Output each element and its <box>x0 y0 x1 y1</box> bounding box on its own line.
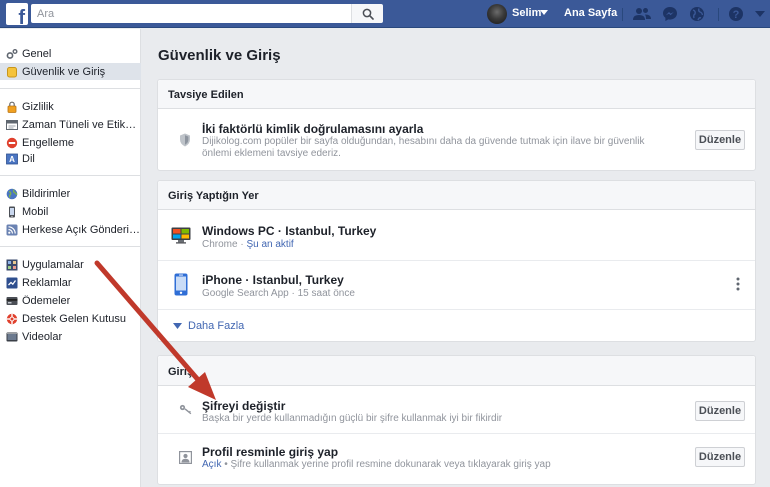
sidebar-item-mobile[interactable]: Mobil <box>0 203 141 220</box>
card-header: Tavsiye Edilen <box>158 80 755 109</box>
friends-icon[interactable] <box>632 4 652 24</box>
session-meta: Google Search App · 15 saat önce <box>202 288 355 299</box>
recommended-card: Tavsiye Edilen İki faktörlü kimlik doğru… <box>157 79 756 171</box>
search-input[interactable] <box>31 4 351 23</box>
row-title: İki faktörlü kimlik doğrulamasını ayarla <box>202 122 424 136</box>
desktop-icon <box>171 226 191 244</box>
apps-icon <box>6 259 18 271</box>
svg-text:A: A <box>9 155 15 164</box>
svg-text:?: ? <box>733 9 740 21</box>
home-link[interactable]: Ana Sayfa <box>564 7 617 19</box>
profile-picture-login-row: Profil resminle giriş yap Açık • Şifre k… <box>158 434 755 482</box>
session-meta: Chrome · Şu an aktif <box>202 239 294 250</box>
shield-icon <box>178 132 192 148</box>
sidebar-item-timeline[interactable]: Zaman Tüneli ve Etiketl... <box>0 116 141 133</box>
support-icon <box>6 313 18 325</box>
sidebar-item-notifications[interactable]: Bildirimler <box>0 185 141 202</box>
sidebar-item-support-inbox[interactable]: Destek Gelen Kutusu <box>0 310 141 327</box>
see-more-link[interactable]: Daha Fazla <box>188 320 244 332</box>
session-status: Şu an aktif <box>246 239 294 250</box>
status-on: Açık <box>202 459 222 470</box>
session-row: Windows PC · Istanbul, Turkey Chrome · Ş… <box>158 211 755 259</box>
sidebar-item-general[interactable]: Genel <box>0 45 141 62</box>
language-icon: A <box>6 153 18 165</box>
card-header: Giriş <box>158 356 755 386</box>
profile-picture-login-title: Profil resminle giriş yap <box>202 445 339 459</box>
ads-icon <box>6 277 18 289</box>
page-title: Güvenlik ve Giriş <box>158 47 281 64</box>
change-password-row: Şifreyi değiştir Başka bir yerde kullanm… <box>158 387 755 433</box>
more-options-icon[interactable] <box>732 274 744 294</box>
settings-sidebar: Genel Güvenlik ve Giriş Gizlilik Zaman T… <box>0 29 141 487</box>
help-icon[interactable]: ? <box>726 4 746 24</box>
rss-icon <box>6 224 18 236</box>
caret-down-icon[interactable] <box>540 10 548 15</box>
sidebar-item-blocking[interactable]: Engelleme <box>0 134 141 151</box>
sidebar-item-security[interactable]: Güvenlik ve Giriş <box>0 63 141 80</box>
top-bar: f Selim Ana Sayfa ? <box>0 0 770 28</box>
profile-link[interactable]: Selim <box>512 7 541 19</box>
search-icon <box>362 8 374 20</box>
row-description: Dijikolog.com popüler bir sayfa olduğund… <box>202 136 645 159</box>
avatar[interactable] <box>487 4 507 24</box>
session-status: 15 saat önce <box>297 288 355 299</box>
globe-icon <box>6 188 18 200</box>
change-password-description: Başka bir yerde kullanmadığın güçlü bir … <box>202 413 503 424</box>
chevron-down-icon <box>172 322 182 330</box>
profile-picture-login-description: Açık • Şifre kullanmak yerine profil res… <box>202 459 551 470</box>
sidebar-item-privacy[interactable]: Gizlilik <box>0 98 141 115</box>
divider <box>0 88 141 89</box>
shield-icon <box>6 66 18 78</box>
session-row: iPhone · Istanbul, Turkey Google Search … <box>158 261 755 308</box>
where-logged-in-card: Giriş Yaptığın Yer Windows PC · Istanbul… <box>157 180 756 342</box>
divider <box>718 8 719 21</box>
settings-caret-icon[interactable] <box>750 4 770 24</box>
divider <box>0 175 141 176</box>
login-card: Giriş Şifreyi değiştir Başka bir yerde k… <box>157 355 756 485</box>
phone-icon <box>173 272 189 296</box>
block-icon <box>6 137 18 149</box>
payments-icon <box>6 295 18 307</box>
change-password-title: Şifreyi değiştir <box>202 399 286 413</box>
timeline-icon <box>6 119 18 131</box>
see-more-row[interactable]: Daha Fazla <box>158 310 755 341</box>
key-icon <box>178 403 192 415</box>
divider <box>622 8 623 21</box>
sidebar-item-language[interactable]: A Dil <box>0 150 141 167</box>
profile-picture-login-edit-button[interactable]: Düzenle <box>695 447 745 467</box>
mobile-icon <box>6 206 18 218</box>
facebook-logo[interactable]: f <box>6 3 28 25</box>
sidebar-item-videos[interactable]: Videolar <box>0 328 141 345</box>
gear-icon <box>6 48 18 60</box>
session-device: Windows PC · Istanbul, Turkey <box>202 224 377 238</box>
messenger-icon[interactable] <box>660 4 680 24</box>
globe-icon[interactable] <box>687 4 707 24</box>
sidebar-item-public-posts[interactable]: Herkese Açık Gönderiler <box>0 221 141 238</box>
search-button[interactable] <box>351 4 383 23</box>
video-icon <box>6 331 18 343</box>
sidebar-item-ads[interactable]: Reklamlar <box>0 274 141 291</box>
two-factor-edit-button[interactable]: Düzenle <box>695 130 745 150</box>
divider <box>0 246 141 247</box>
lock-icon <box>6 101 18 113</box>
session-device: iPhone · Istanbul, Turkey <box>202 273 344 287</box>
profile-picture-icon <box>178 450 192 464</box>
sidebar-item-payments[interactable]: Ödemeler <box>0 292 141 309</box>
sidebar-item-apps[interactable]: Uygulamalar <box>0 256 141 273</box>
change-password-edit-button[interactable]: Düzenle <box>695 401 745 421</box>
card-header: Giriş Yaptığın Yer <box>158 181 755 210</box>
two-factor-row: İki faktörlü kimlik doğrulamasını ayarla… <box>158 110 755 170</box>
